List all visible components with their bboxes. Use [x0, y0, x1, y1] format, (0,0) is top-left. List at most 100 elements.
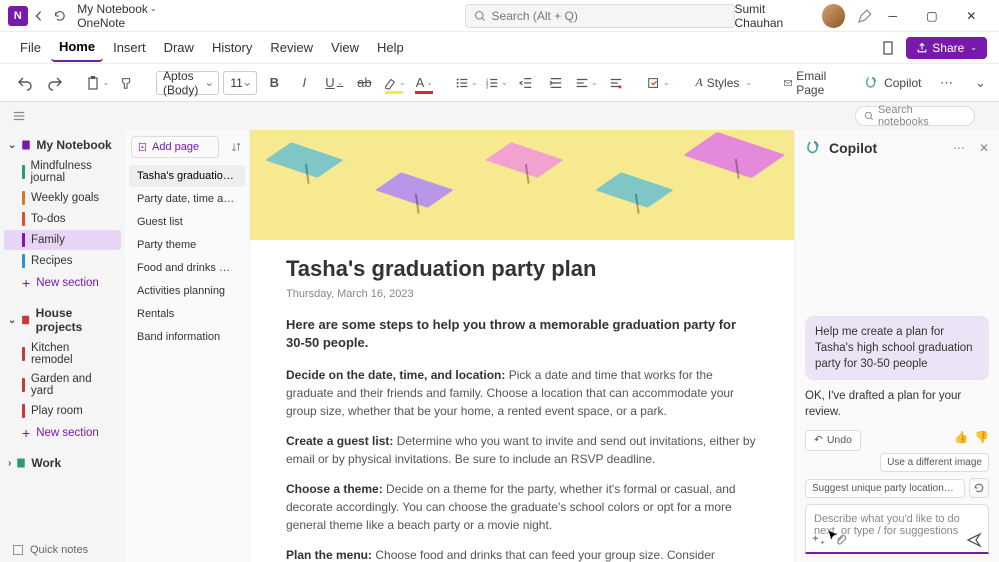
menu-review[interactable]: Review [262, 34, 321, 61]
format-painter-button[interactable] [114, 70, 140, 96]
page-title[interactable]: Tasha's graduation party plan [286, 256, 758, 282]
section-playroom[interactable]: Play room [4, 401, 121, 421]
sort-icon[interactable] [231, 141, 243, 153]
align-button[interactable]: ⌄ [573, 70, 599, 96]
thumbs-down-icon[interactable]: 👎 [975, 430, 989, 446]
page-item[interactable]: Tasha's graduation par... [129, 165, 245, 187]
more-options-button[interactable]: ⋯ [933, 70, 959, 96]
close-icon[interactable]: ✕ [979, 141, 989, 155]
account-area[interactable]: Sumit Chauhan [735, 2, 873, 30]
refresh-icon [973, 482, 985, 494]
svg-text:3: 3 [486, 84, 489, 89]
window-minimize-button[interactable]: ─ [873, 0, 912, 32]
page-item[interactable]: Party theme [129, 234, 245, 256]
doc-intro[interactable]: Here are some steps to help you throw a … [286, 316, 758, 352]
undo-button[interactable] [12, 70, 38, 96]
notebook-icon [15, 457, 27, 469]
copilot-header: Copilot ⋯ ✕ [795, 130, 999, 166]
add-page-button[interactable]: Add page [131, 136, 219, 158]
more-icon[interactable]: ⋯ [953, 141, 965, 155]
section-family[interactable]: Family [4, 230, 121, 250]
hamburger-icon[interactable] [12, 109, 26, 123]
notebook-header-mynotebook[interactable]: ⌄ My Notebook [0, 134, 125, 156]
menu-view[interactable]: View [323, 34, 367, 61]
window-close-button[interactable]: ✕ [952, 0, 991, 32]
styles-button[interactable]: A Styles⌄ [687, 70, 760, 96]
copilot-undo-button[interactable]: ↶ Undo [805, 430, 861, 451]
section-recipes[interactable]: Recipes [4, 251, 121, 271]
document-body[interactable]: Tasha's graduation party plan Thursday, … [250, 240, 794, 562]
menu-help[interactable]: Help [369, 34, 412, 61]
paste-button[interactable]: ⌄ [84, 70, 110, 96]
page-date: Thursday, March 16, 2023 [286, 288, 758, 300]
copilot-ribbon-button[interactable]: Copilot [856, 70, 929, 96]
copilot-suggestion[interactable]: Suggest unique party locations in Seattl… [805, 479, 965, 498]
menu-insert[interactable]: Insert [105, 34, 154, 61]
note-icon [12, 544, 24, 556]
page-item[interactable]: Party date, time and locat... [129, 188, 245, 210]
bookmark-icon[interactable] [880, 40, 896, 56]
refresh-suggestions-button[interactable] [969, 478, 989, 498]
notebook-header-house[interactable]: ⌄ House projects [0, 302, 125, 338]
new-section-button[interactable]: +New section [4, 272, 121, 294]
menu-file[interactable]: File [12, 34, 49, 61]
page-item[interactable]: Food and drinks menu [129, 257, 245, 279]
window-title: My Notebook - OneNote [77, 2, 204, 30]
notebook-header-work[interactable]: › Work [0, 452, 125, 474]
redo-button[interactable] [42, 70, 68, 96]
add-page-icon [138, 142, 148, 152]
indent-button[interactable] [543, 70, 569, 96]
quick-notes-button[interactable]: Quick notes [12, 544, 88, 556]
menu-home[interactable]: Home [51, 33, 103, 62]
numbering-button[interactable]: 123⌄ [483, 70, 509, 96]
menu-draw[interactable]: Draw [156, 34, 202, 61]
strikethrough-button[interactable]: ab [351, 70, 377, 96]
ribbon-collapse-button[interactable]: ⌄ [967, 70, 993, 96]
email-page-button[interactable]: Email Page [776, 70, 840, 96]
sparkle-icon[interactable] [812, 533, 826, 547]
clear-formatting-button[interactable] [603, 70, 629, 96]
highlight-button[interactable]: ⌄ [381, 70, 407, 96]
section-kitchen[interactable]: Kitchen remodel [4, 339, 121, 369]
page-item[interactable]: Rentals [129, 303, 245, 325]
copilot-suggestion[interactable]: Use a different image [880, 453, 989, 472]
send-icon[interactable] [966, 532, 982, 548]
outdent-button[interactable] [513, 70, 539, 96]
tag-button[interactable]: ⌄ [645, 70, 671, 96]
section-mindfulness[interactable]: Mindfulness journal [4, 157, 121, 187]
window-maximize-button[interactable]: ▢ [912, 0, 951, 32]
thumbs-up-icon[interactable]: 👍 [954, 430, 968, 446]
bold-button[interactable]: B [261, 70, 287, 96]
page-item[interactable]: Activities planning [129, 280, 245, 302]
section-todos[interactable]: To-dos [4, 209, 121, 229]
section-weekly-goals[interactable]: Weekly goals [4, 188, 121, 208]
app-search-input[interactable]: Search (Alt + Q) [465, 4, 735, 28]
copilot-body: Help me create a plan for Tasha's high s… [795, 166, 999, 562]
italic-button[interactable]: I [291, 70, 317, 96]
plus-icon: + [22, 275, 30, 291]
doc-paragraph[interactable]: Decide on the date, time, and location: … [286, 366, 758, 420]
doc-paragraph[interactable]: Create a guest list: Determine who you w… [286, 432, 758, 468]
menu-history[interactable]: History [204, 34, 260, 61]
user-avatar-icon[interactable] [822, 4, 846, 28]
underline-button[interactable]: U⌄ [321, 70, 347, 96]
page-item[interactable]: Band information [129, 326, 245, 348]
section-garden[interactable]: Garden and yard [4, 370, 121, 400]
font-size-select[interactable]: 11 [223, 71, 257, 95]
copilot-icon [805, 139, 823, 157]
page-item[interactable]: Guest list [129, 211, 245, 233]
back-icon[interactable] [32, 9, 46, 23]
font-color-button[interactable]: A⌄ [411, 70, 437, 96]
bullets-button[interactable]: ⌄ [453, 70, 479, 96]
doc-paragraph[interactable]: Plan the menu: Choose food and drinks th… [286, 546, 758, 562]
doc-paragraph[interactable]: Choose a theme: Decide on a theme for th… [286, 480, 758, 534]
pen-icon[interactable] [857, 8, 873, 24]
document-canvas[interactable]: Tasha's graduation party plan Thursday, … [250, 130, 794, 562]
search-notebooks-input[interactable]: Search notebooks [855, 106, 975, 126]
copilot-input[interactable]: Describe what you'd like to do next, or … [805, 504, 989, 554]
font-family-select[interactable]: Aptos (Body) [156, 71, 219, 95]
attach-icon[interactable] [834, 533, 848, 547]
refresh-icon[interactable] [53, 9, 67, 23]
share-button[interactable]: Share ⌄ [906, 37, 987, 59]
new-section-button-2[interactable]: +New section [4, 422, 121, 444]
